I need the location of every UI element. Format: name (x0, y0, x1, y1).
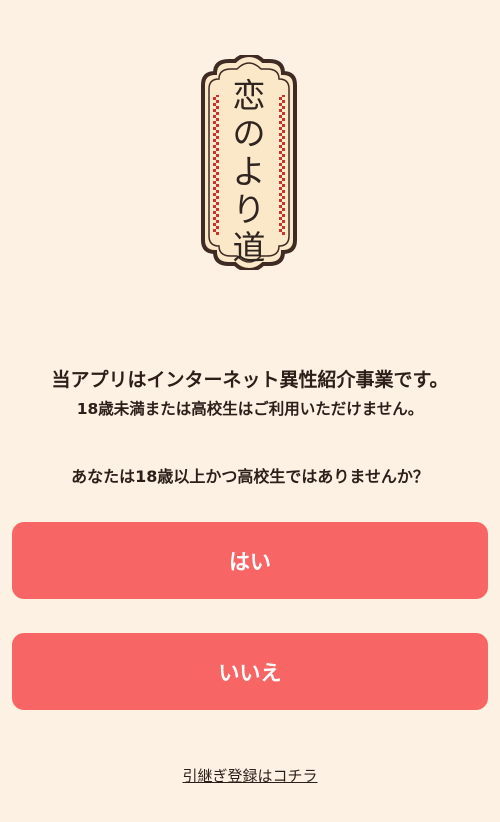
logo-char: り (232, 190, 266, 229)
logo-text: 恋 の よ り 道 (195, 77, 303, 267)
logo-char: 道 (232, 228, 266, 267)
yes-button-label: はい (229, 549, 271, 574)
logo-char: 恋 (232, 76, 266, 115)
notice-main-text: 当アプリはインターネット異性紹介事業です。 (51, 369, 449, 391)
no-button-label: いいえ (218, 660, 282, 685)
age-question-text: あなたは18歳以上かつ高校生ではありませんか？ (71, 467, 429, 486)
age-verification-screen: 恋 の よ り 道 当アプリはインターネット異性紹介事業です。 18歳未満または… (0, 0, 500, 822)
account-transfer-link[interactable]: 引継ぎ登録はコチラ (182, 767, 317, 785)
notice-sub-text: 18歳未満または高校生はご利用いただけません。 (76, 400, 424, 418)
logo-char: よ (232, 152, 266, 191)
no-button[interactable]: いいえ (12, 633, 488, 710)
app-logo: 恋 の よ り 道 (195, 52, 303, 273)
account-transfer-link-container: 引継ぎ登録はコチラ (0, 765, 500, 787)
yes-button[interactable]: はい (12, 522, 488, 599)
logo-char: の (232, 114, 266, 153)
